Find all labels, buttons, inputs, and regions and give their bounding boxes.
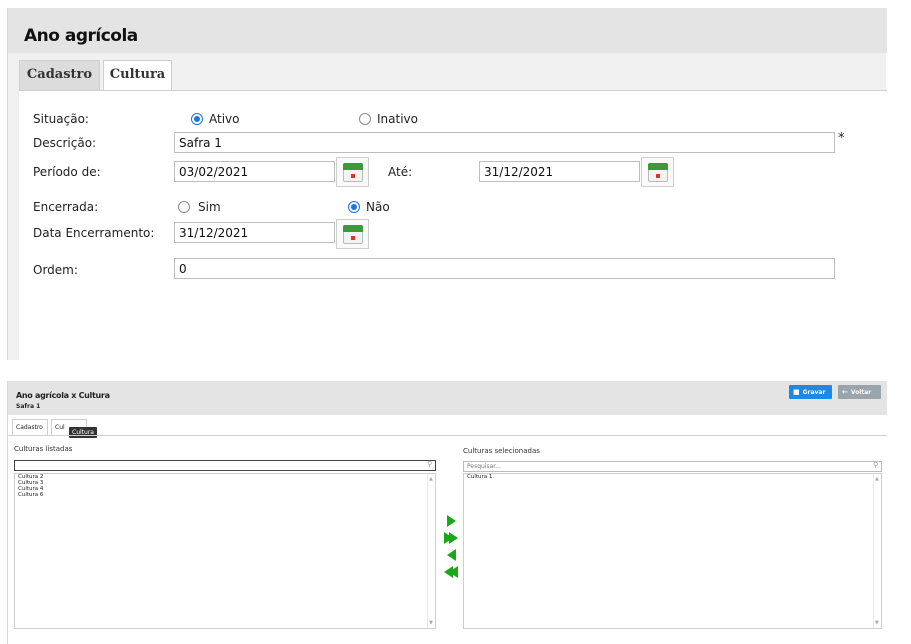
- situacao-inativo-label: Inativo: [377, 112, 418, 126]
- encerrada-label: Encerrada:: [33, 200, 99, 214]
- ordem-label: Ordem:: [33, 263, 78, 277]
- periodo-label: Período de:: [33, 165, 101, 179]
- transfer-list-content: Culturas listadas ⚲ Cultura 2 Cultura 3 …: [8, 435, 887, 644]
- periodo-from-input[interactable]: 03/02/2021: [174, 161, 335, 182]
- encerrada-sim-label: Sim: [198, 200, 221, 214]
- arrow-left-icon: ←: [842, 388, 848, 396]
- back-button[interactable]: ← Voltar: [838, 385, 881, 399]
- culturas-listadas-label: Culturas listadas: [14, 445, 73, 453]
- left-list[interactable]: Cultura 2 Cultura 3 Cultura 4 Cultura 6 …: [14, 473, 436, 629]
- situacao-ativo-label: Ativo: [209, 112, 240, 126]
- ordem-input[interactable]: 0: [174, 258, 835, 279]
- data-encerramento-input[interactable]: 31/12/2021: [174, 222, 335, 243]
- floppy-icon: ■: [793, 388, 800, 396]
- magnifier-icon[interactable]: ⚲: [427, 460, 432, 468]
- calendar-icon[interactable]: [336, 219, 369, 249]
- scroll-down-icon[interactable]: ▼: [875, 620, 879, 626]
- scroll-up-icon[interactable]: ▲: [875, 476, 879, 482]
- periodo-to-input[interactable]: 31/12/2021: [479, 161, 640, 182]
- title-bar: Ano agrícola: [8, 8, 887, 53]
- encerrada-nao-label: Não: [366, 200, 390, 214]
- save-button-label: Gravar: [802, 389, 826, 396]
- ano-agricola-panel: Ano agrícola Cadastro Cultura Situação: …: [7, 8, 887, 360]
- header-bar: Ano agrícola x Cultura Safra 1 ■ Gravar ←…: [8, 381, 887, 415]
- situacao-ativo-radio[interactable]: [191, 113, 203, 125]
- arrow-right-icon[interactable]: [447, 515, 456, 527]
- scrollbar[interactable]: ▲ ▼: [427, 474, 435, 628]
- ano-agricola-cultura-panel: Ano agrícola x Cultura Safra 1 ■ Gravar ←…: [7, 381, 887, 644]
- calendar-icon[interactable]: [641, 157, 674, 187]
- encerrada-nao-radio[interactable]: [348, 201, 360, 213]
- tab-cultura[interactable]: Cultura: [103, 60, 172, 90]
- save-button[interactable]: ■ Gravar: [789, 385, 832, 399]
- page-subtitle: Safra 1: [16, 403, 41, 410]
- descricao-input[interactable]: Safra 1: [174, 132, 835, 153]
- culturas-selecionadas-label: Culturas selecionadas: [463, 447, 540, 455]
- descricao-label: Descrição:: [33, 136, 97, 150]
- situacao-label: Situação:: [33, 112, 89, 126]
- form-content: Situação: Ativo Inativo Descrição: Safra…: [19, 90, 887, 360]
- right-list[interactable]: Cultura 1 ▲ ▼: [463, 473, 882, 629]
- page-title: Ano agrícola x Cultura: [16, 391, 110, 400]
- list-item[interactable]: Cultura 6: [15, 492, 435, 498]
- list-item[interactable]: Cultura 1: [464, 474, 881, 480]
- page-title: Ano agrícola: [24, 26, 138, 46]
- required-asterisk: *: [838, 131, 845, 146]
- tab-cadastro[interactable]: Cadastro: [19, 60, 100, 90]
- tab-cadastro[interactable]: Cadastro: [12, 419, 48, 435]
- data-encerramento-label: Data Encerramento:: [33, 226, 155, 240]
- scroll-up-icon[interactable]: ▲: [429, 476, 433, 482]
- scroll-down-icon[interactable]: ▼: [429, 620, 433, 626]
- right-search-input[interactable]: Pesquisar...: [463, 461, 882, 472]
- scrollbar[interactable]: ▲ ▼: [873, 474, 881, 628]
- left-search-input[interactable]: [14, 460, 436, 471]
- magnifier-icon[interactable]: ⚲: [873, 461, 878, 469]
- ate-label: Até:: [388, 165, 413, 179]
- arrow-left-icon[interactable]: [447, 549, 456, 561]
- calendar-icon[interactable]: [336, 157, 369, 187]
- situacao-inativo-radio[interactable]: [359, 113, 371, 125]
- back-button-label: Voltar: [850, 389, 872, 396]
- encerrada-sim-radio[interactable]: [178, 201, 190, 213]
